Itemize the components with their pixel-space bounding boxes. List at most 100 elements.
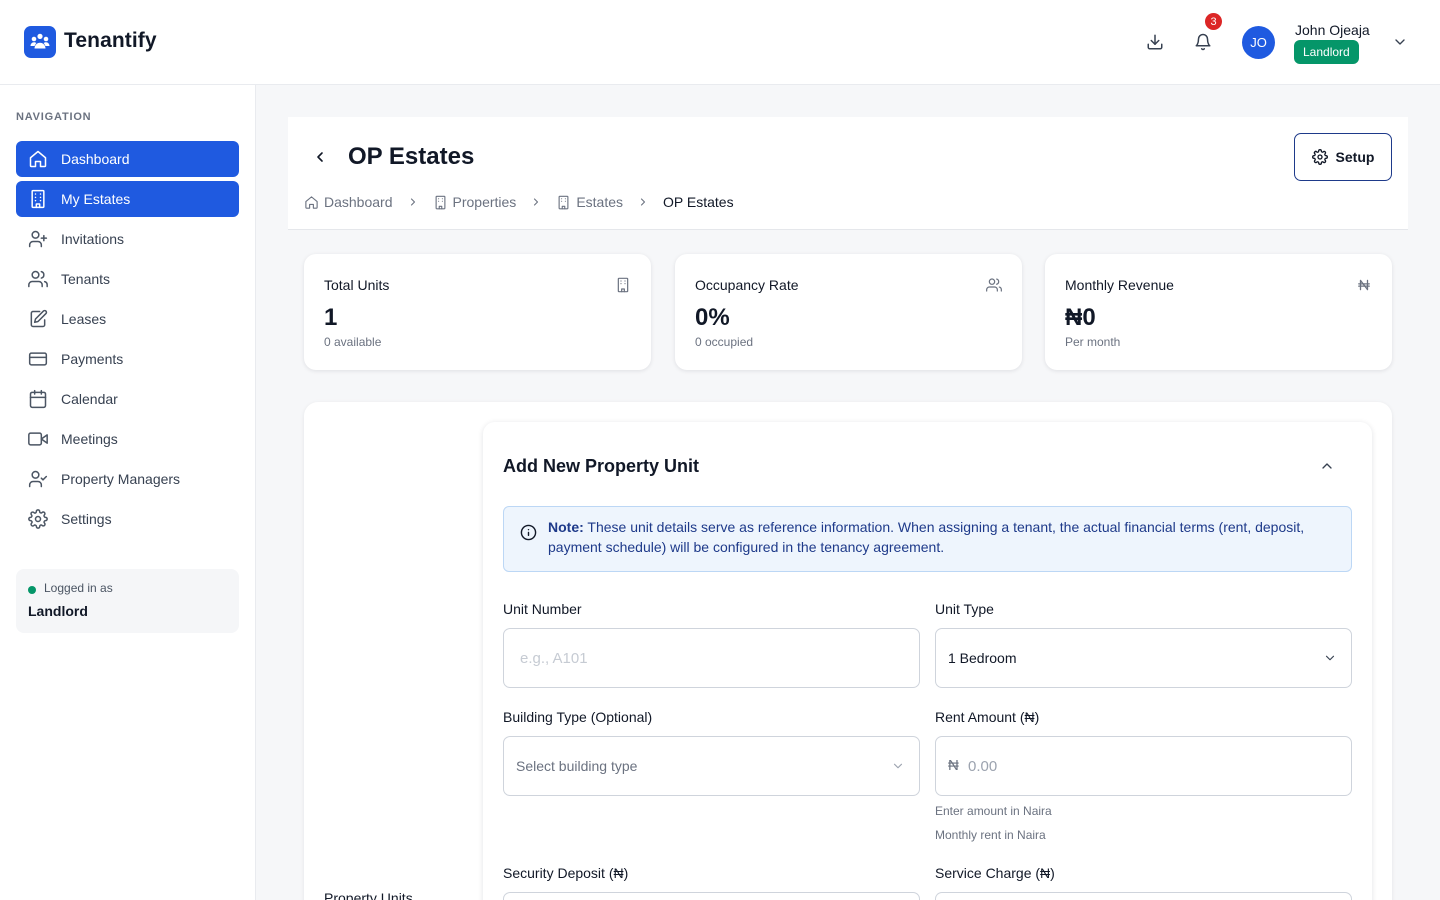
bell-icon[interactable] — [1192, 31, 1214, 53]
user-plus-icon — [28, 230, 48, 248]
breadcrumb-estates[interactable]: Estates — [556, 194, 623, 210]
rent-hint-secondary: Monthly rent in Naira — [935, 828, 1046, 842]
logged-in-role: Landlord — [28, 603, 88, 619]
sidebar-item-meetings[interactable]: Meetings — [16, 421, 239, 457]
stat-label: Monthly Revenue — [1065, 277, 1174, 293]
status-dot — [28, 586, 36, 594]
nav-heading: NAVIGATION — [16, 111, 92, 123]
setup-button[interactable]: Setup — [1294, 133, 1392, 181]
info-icon — [520, 524, 537, 546]
service-charge-input[interactable] — [935, 892, 1352, 900]
stat-sub: 0 occupied — [695, 335, 754, 349]
property-units-label: Property Units — [324, 890, 413, 900]
chevron-down-icon — [1325, 655, 1335, 661]
stat-label: Total Units — [324, 277, 390, 293]
sidebar-item-label: Dashboard — [61, 151, 130, 167]
rent-hint-primary: Enter amount in Naira — [935, 804, 1052, 818]
chevron-right-icon — [530, 196, 542, 208]
setup-label: Setup — [1335, 149, 1375, 165]
sidebar-item-payments[interactable]: Payments — [16, 341, 239, 377]
unit-type-label: Unit Type — [935, 601, 994, 617]
breadcrumb-current: OP Estates — [663, 194, 734, 210]
unit-type-select[interactable]: 1 Bedroom — [935, 628, 1352, 688]
sidebar-item-property-managers[interactable]: Property Managers — [16, 461, 239, 497]
user-name: John Ojeaja — [1295, 22, 1370, 38]
back-button[interactable] — [310, 147, 330, 167]
sidebar-item-label: Payments — [61, 351, 124, 367]
breadcrumb-label: Properties — [452, 194, 517, 210]
stat-card-occupancy-rate: Occupancy Rate 0% 0 occupied — [675, 254, 1022, 370]
sidebar-item-settings[interactable]: Settings — [16, 501, 239, 537]
video-icon — [28, 432, 48, 446]
note-text: Note: These unit details serve as refere… — [548, 517, 1340, 557]
add-unit-form: Add New Property Unit Note: These unit d… — [483, 422, 1372, 900]
calendar-icon — [29, 389, 47, 409]
rent-amount-input[interactable] — [968, 738, 1338, 794]
breadcrumb-label: Estates — [576, 194, 624, 210]
sidebar-item-label: My Estates — [61, 191, 131, 207]
stat-value: 0% — [695, 304, 730, 331]
stat-label: Occupancy Rate — [695, 277, 799, 293]
sidebar-item-label: Tenants — [61, 271, 111, 287]
user-check-icon — [28, 470, 48, 488]
building-icon — [615, 277, 631, 293]
stat-sub: Per month — [1065, 335, 1121, 349]
app-name: Tenantify — [64, 29, 157, 52]
building-icon — [435, 195, 445, 209]
chevron-right-icon — [407, 196, 419, 208]
security-deposit-input[interactable] — [503, 892, 920, 900]
note-prefix: Note: — [548, 519, 584, 535]
building-icon — [31, 189, 45, 209]
users-icon — [986, 277, 1002, 293]
sidebar-item-label: Meetings — [61, 431, 118, 447]
chevron-down-icon[interactable] — [1392, 34, 1408, 50]
building-type-label: Building Type (Optional) — [503, 709, 653, 725]
sidebar-item-calendar[interactable]: Calendar — [16, 381, 239, 417]
stat-card-total-units: Total Units 1 0 available — [304, 254, 651, 370]
naira-symbol: ₦ — [948, 757, 959, 774]
top-header: Tenantify 3 JO John Ojeaja Landlord — [0, 0, 1440, 85]
sidebar-item-label: Leases — [61, 311, 107, 327]
chevron-up-icon[interactable] — [1319, 458, 1335, 474]
security-deposit-label: Security Deposit (₦) — [503, 865, 629, 881]
unit-number-input[interactable] — [503, 628, 920, 688]
building-type-select[interactable]: Select building type — [503, 736, 920, 796]
breadcrumb-properties[interactable]: Properties — [433, 194, 517, 210]
unit-type-value: 1 Bedroom — [948, 650, 1017, 666]
download-icon[interactable] — [1144, 31, 1166, 53]
stat-value: ₦0 — [1065, 304, 1096, 331]
sidebar-item-tenants[interactable]: Tenants — [16, 261, 239, 297]
chevron-down-icon — [893, 763, 903, 769]
home-icon — [29, 150, 47, 168]
sidebar-item-leases[interactable]: Leases — [16, 301, 239, 337]
rent-amount-label: Rent Amount (₦) — [935, 709, 1040, 725]
avatar[interactable]: JO — [1242, 26, 1275, 59]
info-note: Note: These unit details serve as refere… — [503, 506, 1352, 572]
chevron-right-icon — [637, 196, 649, 208]
sidebar: NAVIGATION Dashboard My Estates Invitati… — [0, 85, 256, 900]
breadcrumb-label: Dashboard — [324, 194, 393, 210]
rent-amount-field: ₦ — [935, 736, 1352, 796]
stat-value: 1 — [324, 304, 338, 331]
sidebar-item-invitations[interactable]: Invitations — [16, 221, 239, 257]
sidebar-item-my-estates[interactable]: My Estates — [16, 181, 239, 217]
gear-icon — [28, 509, 48, 529]
logged-in-label: Logged in as — [44, 581, 113, 595]
chevron-left-icon — [317, 152, 323, 162]
sidebar-item-dashboard[interactable]: Dashboard — [16, 141, 239, 177]
unit-number-label: Unit Number — [503, 601, 582, 617]
building-type-placeholder: Select building type — [516, 758, 638, 774]
stat-sub: 0 available — [324, 335, 382, 349]
home-icon — [305, 195, 318, 209]
users-icon — [28, 270, 48, 288]
naira-icon — [1356, 277, 1372, 293]
document-edit-icon — [30, 309, 48, 328]
building-icon — [558, 195, 569, 209]
sidebar-item-label: Calendar — [61, 391, 118, 407]
credit-card-icon — [28, 352, 48, 366]
breadcrumb-dashboard[interactable]: Dashboard — [304, 194, 393, 210]
notification-badge: 3 — [1205, 13, 1222, 30]
sidebar-item-label: Settings — [61, 511, 112, 527]
note-body: These unit details serve as reference in… — [548, 519, 1305, 555]
form-title: Add New Property Unit — [503, 456, 700, 476]
